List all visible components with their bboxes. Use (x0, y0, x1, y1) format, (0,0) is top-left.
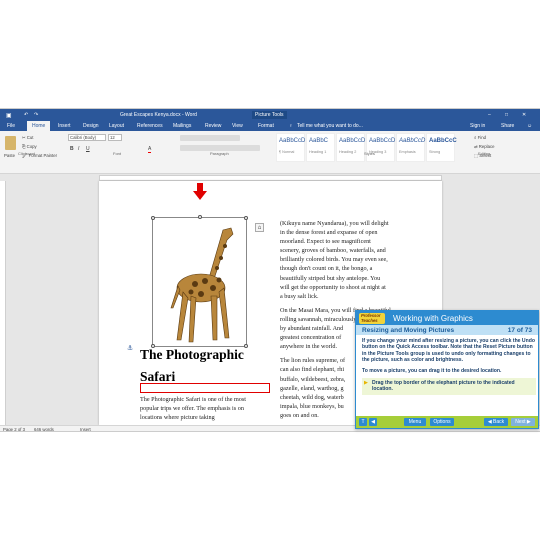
font-name-select[interactable]: Calibri (Body) (68, 134, 106, 141)
tab-mailings[interactable]: Mailings (173, 123, 191, 129)
word-logo-icon: ▣ (6, 113, 12, 119)
style-heading-2[interactable]: AaBbCcD Heading 2 (336, 133, 365, 162)
tab-home[interactable]: Home (27, 121, 51, 131)
professor-teaches-logo: Professor Teaches (359, 313, 385, 324)
tutorial-footer: T ◀ Menu Options ◀ Back Next ▶ (356, 416, 538, 428)
tutorial-paragraph-1: If you change your mind after resizing a… (362, 338, 535, 364)
tab-insert[interactable]: Insert (58, 123, 71, 129)
clipboard-group-label: Clipboard (18, 151, 36, 156)
minimize-icon[interactable]: – (488, 112, 491, 118)
lightbulb-icon: ♀ (289, 123, 293, 129)
layout-options-icon[interactable]: ⌂ (255, 223, 264, 232)
tutorial-paragraph-2: To move a picture, you can drag it to th… (362, 367, 502, 374)
bold-button[interactable]: B (70, 146, 74, 152)
drop-target-box[interactable] (140, 383, 270, 393)
page-count[interactable]: Page 2 of 3 (3, 427, 25, 431)
next-button[interactable]: Next ▶ (511, 418, 535, 426)
tab-format[interactable]: Format (258, 123, 274, 129)
screen: ▣ ↶ ↷ Great Escapes Kenya.docx - Word Pi… (0, 0, 540, 540)
tab-layout[interactable]: Layout (109, 123, 124, 129)
underline-button[interactable]: U (86, 146, 90, 152)
title-bar: ▣ ↶ ↷ Great Escapes Kenya.docx - Word Pi… (0, 109, 540, 121)
font-size-select[interactable]: 12 (108, 134, 122, 141)
arrow-down-icon (193, 183, 207, 200)
anchor-icon: ⚓ (127, 345, 134, 352)
tutorial-body: If you change your mind after resizing a… (362, 338, 536, 395)
styles-group-label: Styles (364, 151, 375, 156)
maximize-icon[interactable]: □ (505, 112, 508, 118)
vertical-ruler[interactable] (0, 181, 6, 425)
paragraph-group-label: Paragraph (210, 151, 229, 156)
close-icon[interactable]: ✕ (522, 112, 526, 118)
style-heading-1[interactable]: AaBbC Heading 1 (306, 133, 335, 162)
find-button[interactable]: ⌕ Find (474, 135, 486, 140)
paste-icon[interactable] (5, 136, 16, 150)
paragraph-tools[interactable] (180, 135, 240, 141)
italic-button[interactable]: I (78, 146, 79, 152)
style-emphasis[interactable]: AaBbCcD Emphasis (396, 133, 425, 162)
options-button[interactable]: Options (430, 418, 454, 426)
undo-icon[interactable]: ↶ (24, 112, 28, 118)
editing-group-label: Editing (478, 151, 491, 156)
word-count[interactable]: 646 words (34, 427, 54, 431)
heading-line-1: The Photographic (140, 347, 244, 362)
tell-me-box[interactable]: Tell me what you want to do... (297, 123, 363, 129)
menu-button[interactable]: Menu (404, 418, 426, 426)
audio-icon[interactable]: ◀ (369, 418, 377, 426)
transcript-button[interactable]: T (359, 418, 367, 426)
tutorial-title: Working with Graphics (393, 314, 473, 323)
tutorial-header: Professor Teaches Working with Graphics (356, 311, 538, 325)
tutorial-panel: Professor Teaches Working with Graphics … (355, 310, 539, 429)
document-title: Great Escapes Kenya.docx - Word (120, 112, 197, 118)
style-heading-3[interactable]: AaBbCcD Heading 3 (366, 133, 395, 162)
cut-button[interactable]: ✂ Cut (22, 135, 33, 141)
share-button[interactable]: Share (501, 123, 514, 129)
ribbon-tabs: File Home Insert Design Layout Reference… (0, 121, 540, 131)
lesson-title: Resizing and Moving Pictures (362, 327, 455, 334)
tab-design[interactable]: Design (83, 123, 99, 129)
font-group-label: Font (113, 151, 122, 156)
paste-button[interactable]: Paste (4, 153, 15, 158)
lesson-progress: 17 of 73 (507, 327, 532, 334)
tab-review[interactable]: Review (205, 123, 221, 129)
sign-in-link[interactable]: Sign in (470, 123, 485, 129)
ribbon: Paste ✂ Cut ⎘ Copy 🖌 Format Painter Cali… (0, 131, 540, 174)
tab-view[interactable]: View (232, 123, 243, 129)
resize-handle-top[interactable] (198, 215, 202, 219)
copy-button[interactable]: ⎘ Copy (22, 144, 37, 149)
smiley-icon[interactable]: ☺ (527, 123, 532, 129)
tutorial-subheader: Resizing and Moving Pictures 17 of 73 (356, 325, 538, 335)
font-color-button[interactable]: A (148, 146, 152, 153)
left-paragraph: The Photographic Safari is one of the mo… (140, 396, 247, 422)
style-normal[interactable]: AaBbCcD ¶ Normal (276, 133, 305, 162)
redo-icon[interactable]: ↷ (34, 112, 38, 118)
replace-button[interactable]: ⇄ Replace (474, 144, 495, 150)
giraffe-picture[interactable] (151, 215, 248, 348)
back-button[interactable]: ◀ Back (484, 418, 508, 426)
style-strong[interactable]: AaBbCcC Strong (426, 133, 457, 162)
picture-tools-label: Picture Tools (252, 111, 287, 119)
play-arrow-icon: ▶ (364, 380, 368, 387)
tab-file[interactable]: File (7, 123, 15, 129)
tab-references[interactable]: References (137, 123, 163, 129)
tutorial-instruction: ▶ Drag the top border of the elephant pi… (362, 378, 536, 395)
edit-mode: Insert (80, 427, 91, 432)
